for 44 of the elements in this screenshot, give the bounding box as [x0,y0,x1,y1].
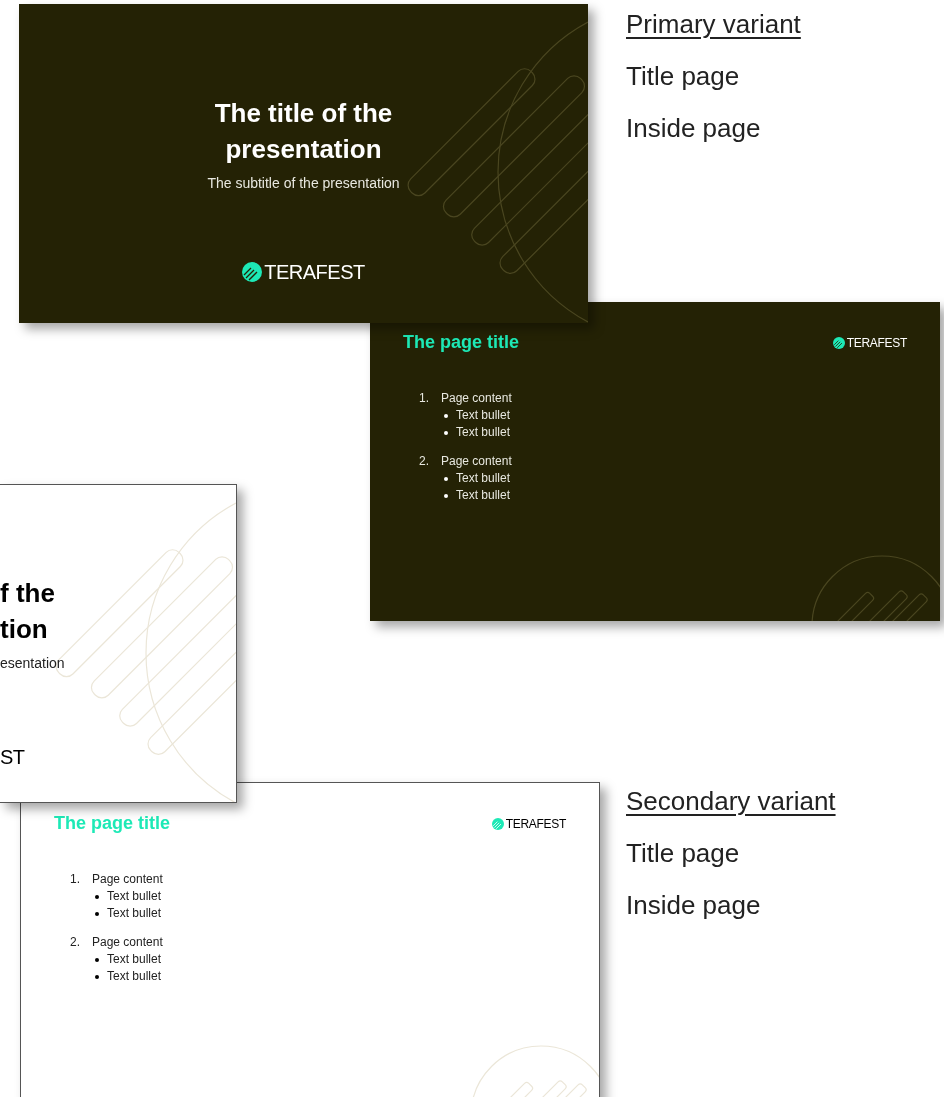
bullet-text: Text bullet [456,424,511,441]
bullet-text: Text bullet [107,905,162,922]
presentation-title: The title of the presentation [213,97,394,166]
bullet-icon [95,957,99,962]
bullet-icon [444,430,448,435]
logo-text: TERAFEST [505,815,566,833]
section-heading: Secondary variant [626,785,836,818]
presentation-title: tion [0,613,48,646]
page-type-label: Title page [626,837,741,870]
page-type-label: Inside page [626,889,762,922]
logo-text: TERAFEST [264,260,365,285]
page-type-label: Inside page [626,112,762,145]
list-item-text: Page content [92,871,163,888]
bullet-icon [444,493,448,498]
bullet-text: Text bullet [107,951,162,968]
presentation-subtitle: esentation [0,654,65,673]
section-heading: Primary variant [626,8,801,41]
bullet-icon [95,911,99,916]
list-number: 2. [70,934,81,951]
page-title: The page title [54,812,170,835]
list-number: 2. [419,453,430,470]
list-item-text: Page content [92,934,163,951]
logo-icon [491,817,504,830]
bullet-icon [444,413,448,418]
bullet-text: Text bullet [107,968,162,985]
bullet-text: Text bullet [456,470,511,487]
bullet-icon [444,476,448,481]
list-item-text: Page content [441,390,512,407]
presentation-subtitle: The subtitle of the presentation [207,174,400,193]
logo-icon [242,262,263,282]
bullet-icon [95,894,99,899]
logo-icon [832,336,845,349]
page-type-label: Title page [626,60,741,93]
logo-text: TERAFEST [846,334,907,352]
bullet-text: Text bullet [456,487,511,504]
bullet-icon [95,974,99,979]
list-number: 1. [419,390,430,407]
list-item-text: Page content [441,453,512,470]
bullet-text: Text bullet [107,888,162,905]
logo-text: ST [0,745,25,770]
page-title: The page title [403,331,519,354]
presentation-title: f the [0,577,55,610]
list-number: 1. [70,871,81,888]
bullet-text: Text bullet [456,407,511,424]
